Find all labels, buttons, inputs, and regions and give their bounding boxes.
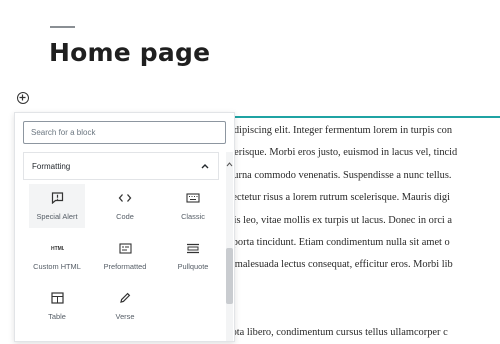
paragraph-line: scelerisque. Morbi eros justo, euismod i… bbox=[218, 147, 458, 159]
block-label: Code bbox=[116, 212, 134, 221]
block-code[interactable]: Code bbox=[97, 184, 153, 228]
table-icon bbox=[50, 290, 64, 306]
block-label: Preformatted bbox=[103, 262, 147, 271]
block-search-input[interactable] bbox=[23, 121, 226, 144]
pullquote-icon bbox=[186, 240, 200, 256]
block-pullquote[interactable]: Pullquote bbox=[165, 234, 221, 278]
block-label: Verse bbox=[115, 312, 135, 321]
alert-icon bbox=[51, 190, 64, 206]
html-icon: HTML bbox=[50, 240, 64, 256]
paragraph-line: net urna commodo venenatis. Suspendisse … bbox=[218, 169, 452, 181]
block-label: Table bbox=[48, 312, 66, 321]
block-classic[interactable]: Classic bbox=[165, 184, 221, 228]
chevron-up-icon bbox=[200, 161, 210, 171]
block-inserter-popover: Formatting Special Alert Code Classic bbox=[14, 112, 235, 342]
block-label: Classic bbox=[181, 212, 205, 221]
paragraph-line: onsectetur risus a lorem rutrum sceleris… bbox=[218, 192, 450, 204]
block-verse[interactable]: Verse bbox=[97, 284, 153, 328]
paragraph-line: n. bbox=[218, 277, 500, 299]
scrollbar-thumb[interactable] bbox=[226, 248, 233, 304]
paragraph-line: vallis leo, vitae mollis ex turpis ut la… bbox=[218, 214, 453, 226]
paragraph-line: ur adipiscing elit. Integer fermentum lo… bbox=[218, 125, 453, 136]
paragraph-block[interactable]: ur adipiscing elit. Integer fermentum lo… bbox=[218, 120, 500, 344]
svg-text:HTML: HTML bbox=[51, 246, 64, 252]
selected-block-border bbox=[218, 116, 500, 118]
block-custom-html[interactable]: HTML Custom HTML bbox=[29, 234, 85, 278]
title-separator bbox=[50, 26, 75, 28]
block-label: Custom HTML bbox=[33, 262, 81, 271]
paragraph-line: ius porta tincidunt. Etiam condimentum n… bbox=[218, 236, 450, 248]
scroll-up-arrow[interactable] bbox=[226, 154, 233, 167]
block-special-alert[interactable]: Special Alert bbox=[29, 184, 85, 228]
block-label: Pullquote bbox=[177, 262, 209, 271]
block-label: Special Alert bbox=[36, 212, 78, 221]
page-title[interactable]: Home page bbox=[49, 38, 210, 67]
paragraph-line bbox=[218, 299, 500, 321]
formatting-panel-toggle[interactable]: Formatting bbox=[23, 152, 219, 180]
keyboard-icon bbox=[186, 190, 200, 206]
code-icon bbox=[118, 190, 132, 206]
paragraph-line: set, malesuada lectus consequat, efficit… bbox=[218, 259, 453, 271]
add-block-icon[interactable] bbox=[17, 92, 29, 104]
pencil-icon bbox=[119, 290, 131, 306]
scrollbar-track[interactable] bbox=[226, 152, 233, 341]
block-preformatted[interactable]: Preformatted bbox=[97, 234, 153, 278]
preformatted-icon bbox=[118, 240, 132, 256]
block-table[interactable]: Table bbox=[29, 284, 85, 328]
panel-label: Formatting bbox=[32, 161, 71, 171]
